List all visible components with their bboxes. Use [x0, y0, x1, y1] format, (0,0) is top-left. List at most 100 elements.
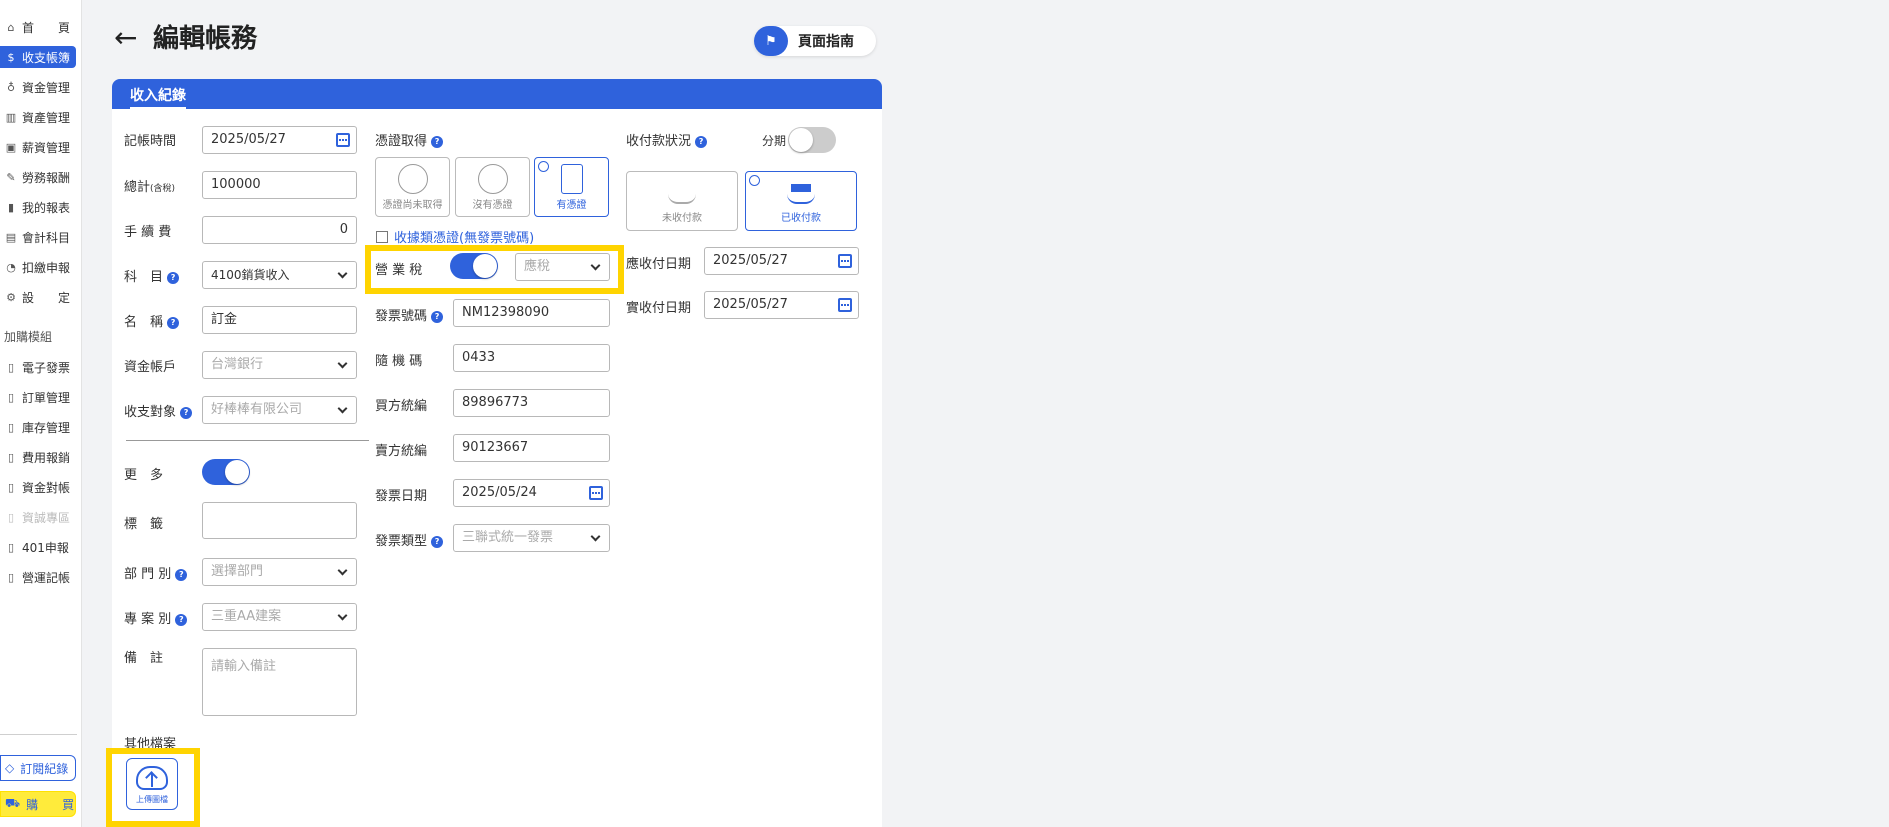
- sidebar-item-ledger[interactable]: $ 收支帳簿: [0, 46, 76, 68]
- module-icon: ▯: [7, 510, 15, 524]
- check-circle-icon: [749, 175, 760, 186]
- help-icon[interactable]: ?: [167, 271, 180, 284]
- sidebar-item-orders[interactable]: ▯ 訂單管理: [0, 382, 82, 412]
- sidebar-item-labor[interactable]: ✎ 勞務報酬: [0, 162, 82, 192]
- fund-icon: ♁: [6, 80, 16, 94]
- hand-icon: [668, 180, 696, 204]
- sidebar-item-assets[interactable]: ▥ 資產管理: [0, 102, 82, 132]
- help-icon[interactable]: ?: [431, 535, 444, 548]
- upload-image-button[interactable]: 上傳圖檔: [126, 758, 178, 810]
- help-icon[interactable]: ?: [175, 613, 188, 626]
- help-icon[interactable]: ?: [175, 568, 188, 581]
- calendar-icon: [589, 486, 603, 500]
- tag-input[interactable]: [202, 502, 357, 539]
- sidebar-item-home[interactable]: ⌂ 首 頁: [0, 12, 82, 42]
- note-textarea[interactable]: 請輸入備註: [202, 648, 357, 716]
- voucher-has-option[interactable]: 有憑證: [534, 157, 609, 217]
- module-icon: ▯: [7, 420, 15, 434]
- paid-option[interactable]: 已收付款: [745, 171, 857, 231]
- help-icon[interactable]: ?: [167, 316, 180, 329]
- invoice-number-input[interactable]: NM12398090: [453, 299, 610, 327]
- tab-income-record[interactable]: 收入紀錄: [130, 85, 186, 109]
- buy-button[interactable]: ⛟ 購 買: [0, 791, 76, 817]
- sidebar-item-expense[interactable]: ▯ 費用報銷: [0, 442, 82, 472]
- subject-select[interactable]: 4100銷貨收入: [202, 261, 357, 289]
- sidebar-divider: [0, 734, 77, 735]
- random-code-input[interactable]: 0433: [453, 344, 610, 372]
- money-circle-icon: $: [7, 50, 15, 64]
- chevron-down-icon: [337, 268, 348, 279]
- dept-label: 部 門 別?: [124, 563, 188, 582]
- invoice-number-label: 發票號碼?: [375, 305, 444, 324]
- voucher-none-option[interactable]: 沒有憑證: [455, 157, 530, 217]
- account-select[interactable]: 台灣銀行: [202, 351, 357, 379]
- sidebar-item-withholding[interactable]: ◔ 扣繳申報: [0, 252, 82, 282]
- page-guide-button[interactable]: ⚑ 頁面指南: [754, 26, 876, 56]
- installment-toggle[interactable]: [788, 127, 836, 153]
- name-input[interactable]: 訂金: [202, 306, 357, 334]
- dept-select[interactable]: 選擇部門: [202, 558, 357, 586]
- sidebar-item-einvoice[interactable]: ▯ 電子發票: [0, 352, 82, 382]
- sidebar-item-accounts[interactable]: ▤ 會計科目: [0, 222, 82, 252]
- unpaid-option[interactable]: 未收付款: [626, 171, 738, 231]
- more-toggle[interactable]: [202, 459, 250, 485]
- highlight-business-tax: [365, 245, 624, 294]
- seller-id-input[interactable]: 90123667: [453, 434, 610, 462]
- sidebar-item-salary[interactable]: ▣ 薪資管理: [0, 132, 82, 162]
- voucher-label: 憑證取得?: [375, 130, 444, 149]
- help-icon[interactable]: ?: [695, 135, 708, 148]
- counterparty-select[interactable]: 好棒棒有限公司: [202, 396, 357, 424]
- home-icon: ⌂: [7, 20, 15, 34]
- module-icon: ▯: [7, 360, 15, 374]
- record-time-input[interactable]: 2025/05/27: [202, 126, 357, 154]
- diamond-icon: ◇: [5, 761, 15, 775]
- invoice-date-input[interactable]: 2025/05/24: [453, 479, 610, 507]
- random-code-label: 隨 機 碼: [375, 354, 423, 369]
- project-select[interactable]: 三重AA建案: [202, 603, 357, 631]
- building-icon: ▥: [5, 110, 17, 124]
- chevron-down-icon: [337, 403, 348, 414]
- seller-id-label: 賣方統編: [375, 444, 428, 459]
- module-icon: ▯: [7, 390, 15, 404]
- tag-label: 標 籤: [124, 517, 164, 532]
- sidebar-item-operations[interactable]: ▯ 營運記帳: [0, 562, 82, 592]
- page-title: 編輯帳務: [153, 24, 258, 54]
- invoice-type-select[interactable]: 三聯式統一發票: [453, 524, 610, 552]
- voucher-pending-option[interactable]: 憑證尚未取得: [375, 157, 450, 217]
- chevron-down-icon: [337, 358, 348, 369]
- calendar-icon: [838, 298, 852, 312]
- chevron-down-icon: [337, 610, 348, 621]
- buyer-id-input[interactable]: 89896773: [453, 389, 610, 417]
- sidebar-item-reports[interactable]: ▮ 我的報表: [0, 192, 82, 222]
- help-icon[interactable]: ?: [180, 406, 193, 419]
- fee-input[interactable]: 0: [202, 216, 357, 244]
- total-input[interactable]: 100000: [202, 171, 357, 199]
- record-time-label: 記帳時間: [124, 134, 177, 149]
- help-icon[interactable]: ?: [431, 135, 444, 148]
- help-icon[interactable]: ?: [431, 310, 444, 323]
- receipt-voucher-checkbox[interactable]: 收據類憑證(無發票號碼): [376, 227, 534, 246]
- sidebar-item-reconcile[interactable]: ▯ 資金對帳: [0, 472, 82, 502]
- ledger-icon: ▤: [5, 230, 17, 244]
- module-icon: ▯: [7, 540, 15, 554]
- tax-icon: ◔: [6, 260, 16, 274]
- due-date-input[interactable]: 2025/05/27: [704, 247, 859, 275]
- people-icon: [397, 164, 428, 194]
- module-icon: ▯: [7, 450, 15, 464]
- checkbox-icon: [376, 230, 388, 243]
- note-label: 備 註: [124, 651, 164, 666]
- module-icon: ▯: [7, 570, 15, 584]
- sidebar-item-settings[interactable]: ⚙ 設 定: [0, 282, 82, 312]
- actual-date-input[interactable]: 2025/05/27: [704, 291, 859, 319]
- sidebar-item-401[interactable]: ▯ 401申報: [0, 532, 82, 562]
- installment-label: 分期: [762, 134, 787, 148]
- stamp-icon: [477, 164, 508, 194]
- sidebar-item-inventory[interactable]: ▯ 庫存管理: [0, 412, 82, 442]
- back-button[interactable]: ←: [114, 22, 137, 54]
- check-circle-icon: [538, 161, 549, 172]
- sidebar-item-fund[interactable]: ♁ 資金管理: [0, 72, 82, 102]
- invoice-type-label: 發票類型?: [375, 530, 444, 549]
- subscription-button[interactable]: ◇ 訂閱紀錄: [0, 755, 76, 781]
- payment-status-label: 收付款狀況?: [626, 130, 708, 149]
- chevron-down-icon: [590, 531, 601, 542]
